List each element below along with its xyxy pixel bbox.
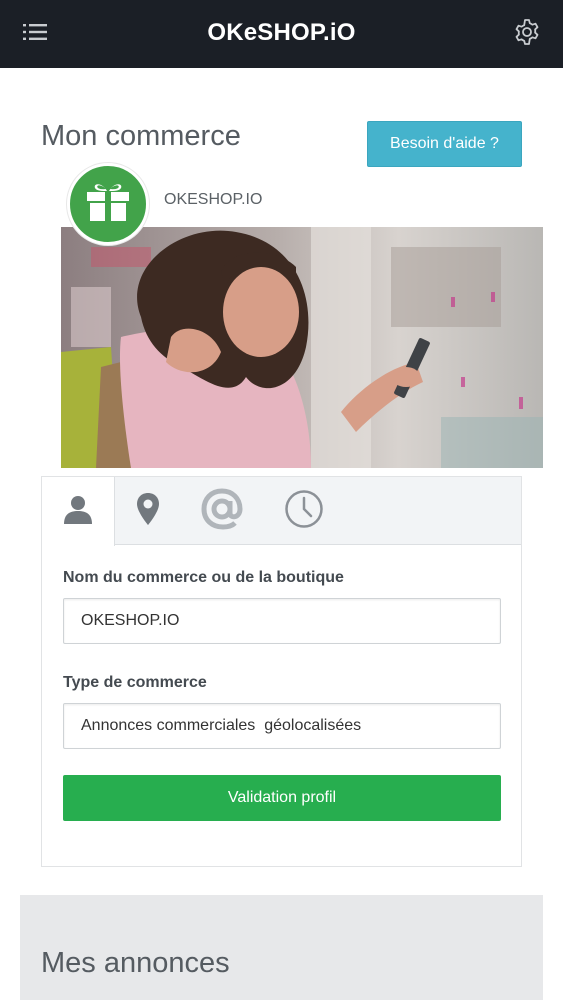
shop-type-label: Type de commerce xyxy=(63,674,207,691)
page-title: Mon commerce xyxy=(41,120,241,152)
user-icon xyxy=(62,493,94,530)
gift-icon xyxy=(84,179,132,230)
gear-icon[interactable] xyxy=(512,17,542,47)
app-brand: OKeSHOP.iO xyxy=(207,19,356,46)
clock-icon xyxy=(284,489,324,534)
shop-name-input[interactable] xyxy=(63,598,501,644)
tab-profile[interactable] xyxy=(42,477,115,546)
profile-card: Nom du commerce ou de la boutique Type d… xyxy=(41,476,522,867)
at-sign-icon xyxy=(200,487,244,536)
ads-section: Mes annonces xyxy=(20,895,543,1000)
shop-name-label: Nom du commerce ou de la boutique xyxy=(63,569,344,586)
tab-contact[interactable] xyxy=(197,477,247,545)
shop-logo xyxy=(67,163,149,245)
ads-title: Mes annonces xyxy=(41,947,230,979)
help-button[interactable]: Besoin d'aide ? xyxy=(367,121,522,167)
hero-image xyxy=(61,227,543,468)
shop-name: OKESHOP.IO xyxy=(164,191,263,208)
profile-tabs xyxy=(42,477,521,546)
top-bar: OKeSHOP.iO xyxy=(0,0,563,68)
tab-hours[interactable] xyxy=(283,477,325,545)
validate-profile-button[interactable]: Validation profil xyxy=(63,775,501,821)
tab-location[interactable] xyxy=(129,477,167,545)
map-pin-icon xyxy=(136,492,160,531)
shop-type-input[interactable] xyxy=(63,703,501,749)
